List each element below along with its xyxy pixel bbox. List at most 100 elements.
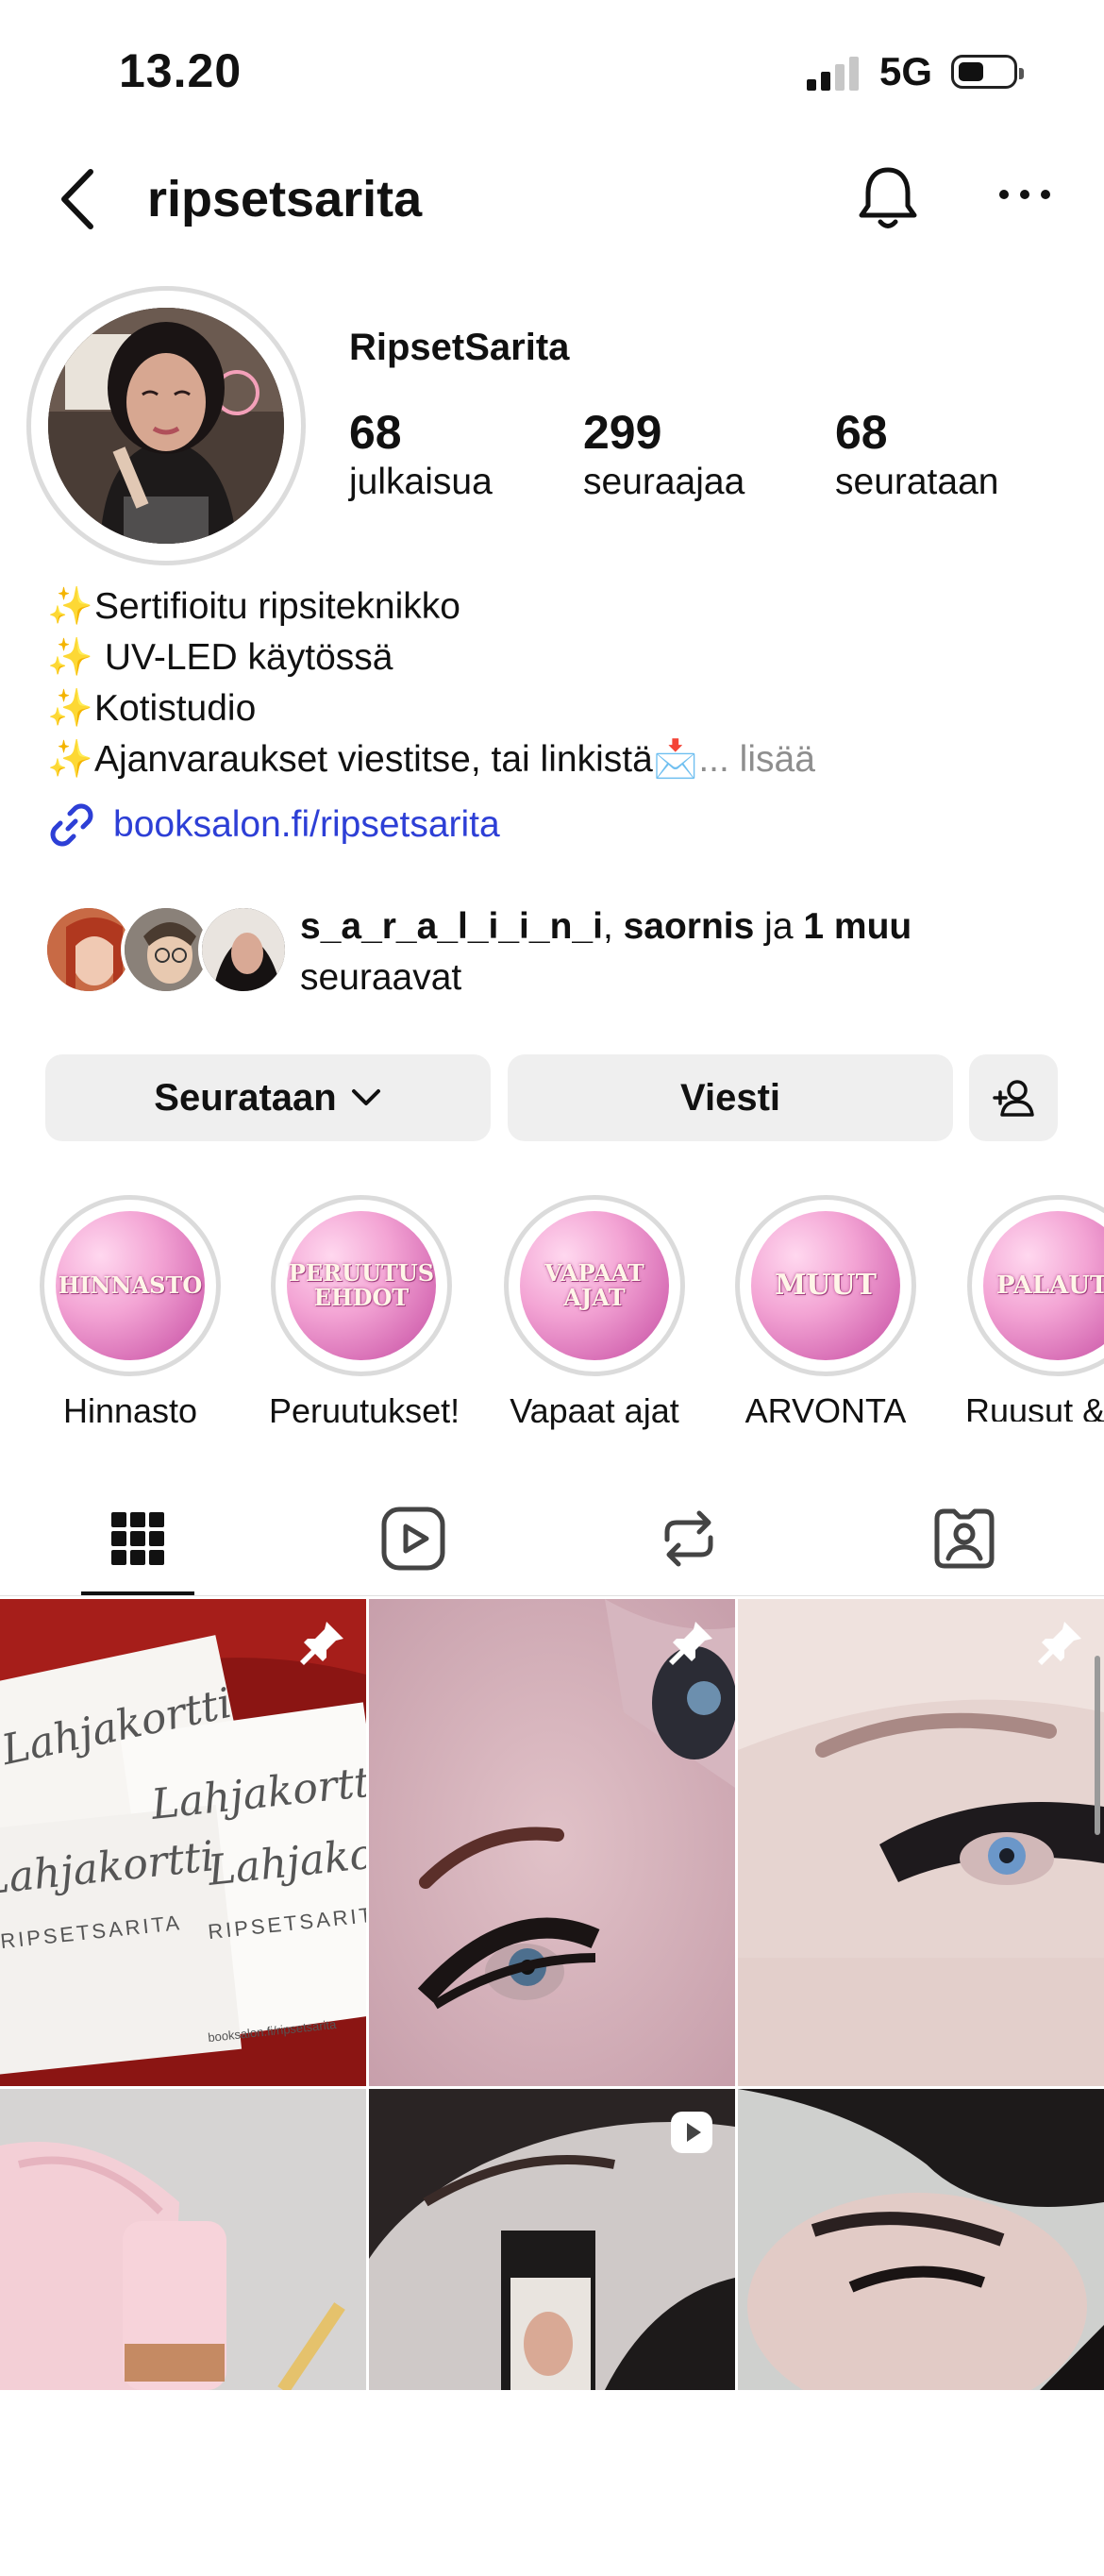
message-button-label: Viesti: [680, 1076, 780, 1119]
story-highlight[interactable]: HINNASTO Hinnasto: [38, 1195, 223, 1431]
highlight-ring: PERUUTUS EHDOT: [271, 1195, 452, 1376]
notifications-button[interactable]: [855, 160, 921, 236]
message-button[interactable]: Viesti: [508, 1054, 953, 1141]
separator: ,: [602, 906, 624, 947]
profile-website-link[interactable]: booksalon.fi/ripsetsarita: [47, 800, 500, 850]
suggested-users-button[interactable]: [969, 1054, 1058, 1141]
post-tile[interactable]: [738, 2089, 1104, 2576]
posts-count-label: julkaisua: [349, 462, 493, 502]
signal-icon: [807, 57, 863, 91]
highlight-ring: MUUT: [735, 1195, 916, 1376]
mutual-others-count: 1 muu: [803, 906, 912, 947]
highlight-caption: Vapaat ajat: [510, 1391, 679, 1430]
envelope-icon: 📩: [652, 739, 699, 780]
mutual-followers-text[interactable]: s_a_r_a_l_i_i_n_i, saornis ja 1 muu seur…: [300, 901, 1074, 1003]
bell-icon: [859, 167, 917, 228]
following-count-value: 68: [835, 406, 888, 459]
post-tile[interactable]: Lahjakortti Lahjakortti Lahjakortti Lahj…: [0, 1599, 366, 2086]
post-tile[interactable]: [738, 1599, 1104, 2086]
ellipsis-icon: [999, 190, 1050, 199]
post-tile[interactable]: [369, 2089, 735, 2576]
tab-tagged[interactable]: [827, 1482, 1102, 1595]
tab-grid[interactable]: [0, 1482, 276, 1595]
highlight-cover: VAPAAT AJAT: [520, 1211, 669, 1360]
highlight-ring: PALAUT: [967, 1195, 1104, 1376]
chevron-down-icon: [351, 1089, 380, 1105]
pin-icon: [300, 1622, 343, 1665]
profile-bio: ✨Sertifioitu ripsiteknikko ✨ UV-LED käyt…: [47, 581, 815, 785]
pin-icon: [1038, 1622, 1081, 1665]
post-tile[interactable]: [0, 2089, 366, 2576]
tabs-divider: [0, 1595, 1104, 1596]
story-highlight[interactable]: MUUT ARVONTA: [733, 1195, 918, 1431]
link-icon: [50, 803, 93, 847]
add-person-icon: [993, 1080, 1034, 1117]
gift-card-brand: RIPSETSARITA: [0, 1910, 184, 1954]
post-tile[interactable]: [369, 1599, 735, 2086]
posts-count-value: 68: [349, 406, 402, 459]
profile-header: ripsetsarita: [0, 151, 1104, 245]
tab-reels[interactable]: [276, 1482, 551, 1595]
following-button-label: Seurataan: [154, 1076, 337, 1119]
following-count[interactable]: 68 seurataan: [835, 406, 998, 506]
reel-icon: [671, 2112, 712, 2153]
gift-card-title: Lahjakortti: [206, 1823, 366, 1895]
website-url: booksalon.fi/ripsetsarita: [113, 804, 500, 845]
highlight-clip: PALAUT Ruusut &: [953, 1195, 1104, 1422]
mutual-follower-name: s_a_r_a_l_i_i_n_i: [300, 906, 603, 947]
avatar: [198, 904, 289, 995]
highlight-caption: Hinnasto: [62, 1391, 198, 1430]
story-highlight[interactable]: PERUUTUS EHDOT Peruutukset!: [269, 1195, 460, 1431]
story-highlight[interactable]: VAPAAT AJAT Vapaat ajat: [502, 1195, 687, 1431]
followers-count[interactable]: 299 seuraajaa: [583, 406, 744, 506]
followers-count-label: seuraajaa: [583, 462, 745, 502]
gift-card-url: booksalon.fi/ripsetsarita: [207, 2016, 337, 2046]
sparkles-icon: ✨: [47, 586, 93, 627]
conjunction: ja: [754, 906, 804, 947]
profile-tabs: [0, 1482, 1104, 1595]
tab-reposts[interactable]: [551, 1482, 827, 1595]
chevron-left-icon: [61, 169, 93, 229]
highlight-cover: MUUT: [751, 1211, 900, 1360]
battery-icon: [951, 55, 1024, 89]
profile-display-name: RipsetSarita: [349, 327, 570, 368]
bio-line: Ajanvaraukset viestitse, tai linkistä: [94, 739, 653, 780]
more-options-button[interactable]: [998, 185, 1051, 204]
gift-card-title: Lahjakortti: [149, 1757, 366, 1829]
following-button[interactable]: Seurataan: [45, 1054, 491, 1141]
sparkles-icon: ✨: [47, 637, 93, 678]
scrollbar[interactable]: [1095, 1656, 1100, 1835]
profile-avatar[interactable]: [26, 286, 306, 565]
following-count-label: seurataan: [835, 462, 999, 502]
header-username: ripsetsarita: [147, 171, 423, 227]
mutual-followers-suffix: seuraavat: [300, 957, 462, 998]
bio-line: Sertifioitu ripsiteknikko: [94, 586, 460, 627]
tagged-icon: [934, 1508, 995, 1569]
highlight-ring: VAPAAT AJAT: [504, 1195, 685, 1376]
reels-icon: [381, 1507, 445, 1571]
posts-count[interactable]: 68 julkaisua: [349, 406, 493, 506]
sparkles-icon: ✨: [47, 688, 93, 729]
sparkles-icon: ✨: [47, 739, 93, 780]
status-bar: 13.20 5G: [0, 0, 1104, 142]
highlight-caption: Peruutukset!: [269, 1391, 460, 1430]
gift-card-title: Lahjakortti: [0, 1678, 236, 1776]
avatar-photo: [48, 308, 284, 544]
status-time: 13.20: [119, 44, 243, 97]
highlight-cover: PERUUTUS EHDOT: [287, 1211, 436, 1360]
highlight-cover: PALAUT: [983, 1211, 1104, 1360]
mutual-follower-name: saornis: [623, 906, 755, 947]
bio-line: Kotistudio: [94, 688, 257, 729]
bio-line: UV-LED käytössä: [94, 637, 393, 678]
pin-icon: [669, 1622, 712, 1665]
story-highlight[interactable]: PALAUT Ruusut &: [965, 1195, 1104, 1422]
network-type: 5G: [879, 49, 933, 93]
grid-icon: [111, 1512, 164, 1565]
gift-card-title: Lahjakortti: [0, 1832, 217, 1905]
bio-more-link[interactable]: ... lisää: [698, 739, 815, 780]
back-button[interactable]: [55, 168, 102, 230]
highlight-cover: HINNASTO: [56, 1211, 205, 1360]
highlight-caption: Ruusut &: [965, 1391, 1104, 1422]
highlight-ring: HINNASTO: [40, 1195, 221, 1376]
highlight-caption: ARVONTA: [744, 1391, 907, 1430]
